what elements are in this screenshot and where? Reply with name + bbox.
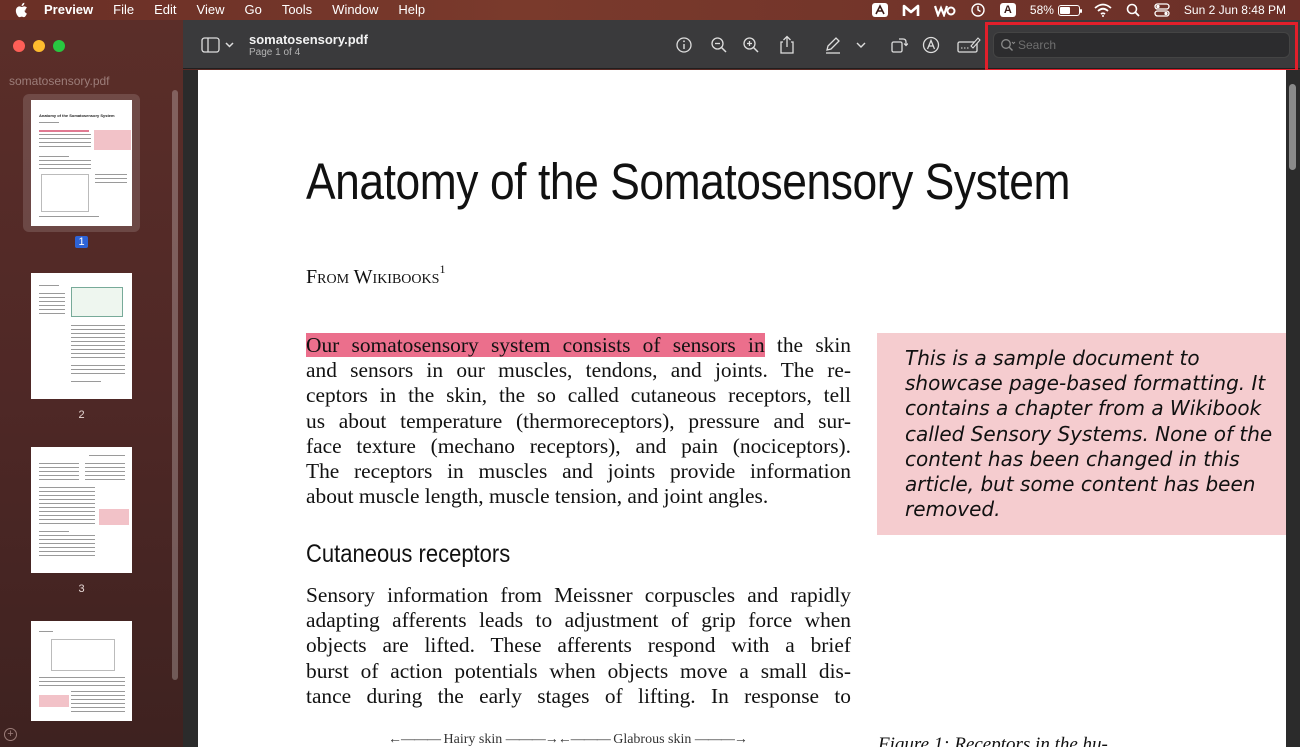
thumbnail-image [31,273,132,399]
info-icon[interactable] [674,35,694,55]
menu-window[interactable]: Window [332,0,378,20]
markup-dropdown-chevron-icon[interactable] [855,35,867,55]
thumbnail-image: Anatomy of the Somatosensory System [31,100,132,226]
menu-tools[interactable]: Tools [282,0,312,20]
document-title: somatosensory.pdf [249,32,368,47]
section-paragraph: Sensory information from Meissner corpus… [306,583,851,708]
page-indicator: Page 1 of 4 [249,47,301,58]
zoom-window-button[interactable] [53,40,65,52]
sidebar-file-label: somatosensory.pdf [9,74,110,88]
thumbnail-sidebar: somatosensory.pdf Anatomy of the Somatos… [0,20,183,747]
page-thumbnail-4[interactable] [23,615,140,747]
input-source-icon[interactable]: A [999,0,1016,20]
menu-bar: Preview File Edit View Go Tools Window H… [0,0,1300,20]
text-expander-icon[interactable] [871,0,888,20]
highlighted-text[interactable]: Our somatosensory system consists of sen… [306,333,765,357]
apple-menu-icon[interactable] [12,2,30,18]
time-machine-icon[interactable] [970,0,986,20]
sidebar-scrollbar[interactable] [172,90,178,680]
share-icon[interactable] [777,35,797,55]
document-scrollbar[interactable] [1289,84,1296,170]
rotate-icon[interactable] [889,35,909,55]
figure-labels: ←——— Hairy skin ———→←——— Glabrous skin —… [388,732,748,747]
spotlight-icon[interactable] [1126,0,1140,20]
control-center-icon[interactable] [1154,0,1170,20]
window-controls [13,40,65,52]
wondershare-icon[interactable] [933,0,956,20]
markup-pen-icon[interactable] [823,35,843,55]
battery-percent: 58% [1029,3,1054,17]
thumbnail-image [31,621,132,721]
section-heading: Cutaneous receptors [306,540,511,568]
minimize-window-button[interactable] [33,40,45,52]
pdf-page: Anatomy of the Somatosensory System From… [198,70,1286,747]
page-thumbnail-2[interactable] [23,267,140,399]
document-heading: Anatomy of the Somatosensory System [306,153,1071,210]
menu-app-name[interactable]: Preview [44,0,93,20]
figure-label-glabrous-skin: Glabrous skin [613,732,692,747]
malwarebytes-icon[interactable] [902,0,920,20]
page-thumbnail-3[interactable] [23,441,140,573]
wifi-icon[interactable] [1094,0,1112,20]
annotate-icon[interactable] [921,35,941,55]
page-number-2: 2 [78,409,85,421]
sample-note-box: This is a sample document to showcase pa… [877,333,1286,535]
form-fill-icon[interactable] [957,35,981,55]
menu-file[interactable]: File [113,0,134,20]
sidebar-toggle-button[interactable] [201,35,237,55]
status-area: A 58% Sun 2 Jun 8:48 PM [858,0,1286,20]
thumbnail-image [31,447,132,573]
search-highlight-annotation [985,22,1298,72]
menu-help[interactable]: Help [398,0,425,20]
menu-go[interactable]: Go [244,0,261,20]
page-number-3: 3 [78,583,85,595]
zoom-out-icon[interactable] [709,35,729,55]
page-number-1: 1 [23,236,140,248]
battery-status[interactable]: 58% [1029,0,1082,20]
document-viewer[interactable]: Anatomy of the Somatosensory System From… [183,70,1300,747]
clock[interactable]: Sun 2 Jun 8:48 PM [1184,0,1286,20]
menu-view[interactable]: View [197,0,225,20]
menu-edit[interactable]: Edit [154,0,176,20]
footnote-marker: 1 [439,262,446,276]
source-line: From Wikibooks1 [306,262,446,288]
figure-label-hairy-skin: Hairy skin [443,732,503,747]
figure-caption: Figure 1: Receptors in the hu- [878,734,1108,747]
page-thumbnail-1[interactable]: Anatomy of the Somatosensory System [23,94,140,232]
add-page-button[interactable]: + [4,728,17,741]
close-window-button[interactable] [13,40,25,52]
zoom-in-icon[interactable] [741,35,761,55]
intro-paragraph: Our somatosensory system consists of sen… [306,333,851,509]
battery-icon [1057,4,1082,16]
